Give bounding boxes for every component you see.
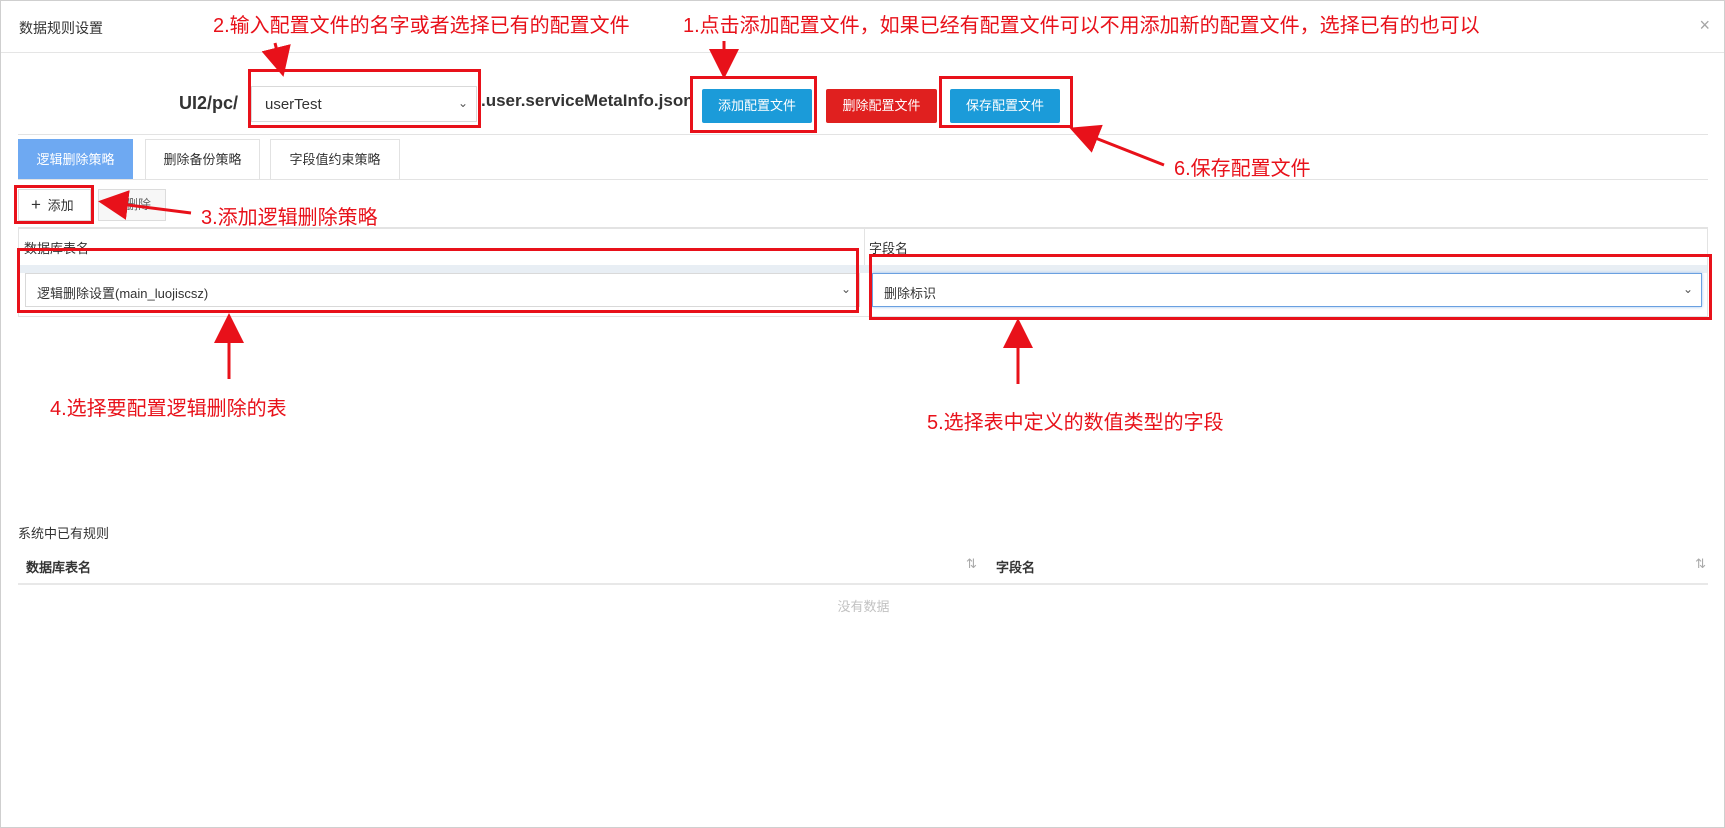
annotation-step6: 6.保存配置文件 [1174, 158, 1311, 180]
annotation-step3: 3.添加逻辑删除策略 [201, 207, 378, 229]
annotation-step2: 2.输入配置文件的名字或者选择已有的配置文件 [213, 15, 630, 37]
arrow-step3 [98, 190, 192, 220]
annotation-step1: 1.点击添加配置文件，如果已经有配置文件可以不用添加新的配置文件，选择已有的也可… [683, 15, 1480, 37]
arrow-step6 [1069, 124, 1165, 167]
data-rule-settings-dialog: 数据规则设置 × UI2/pc/ userTest ⌄ .user.servic… [0, 0, 1725, 828]
arrow-step2 [261, 42, 291, 77]
annotation-step5: 5.选择表中定义的数值类型的字段 [927, 412, 1224, 434]
annotation-step4: 4.选择要配置逻辑删除的表 [50, 398, 287, 420]
